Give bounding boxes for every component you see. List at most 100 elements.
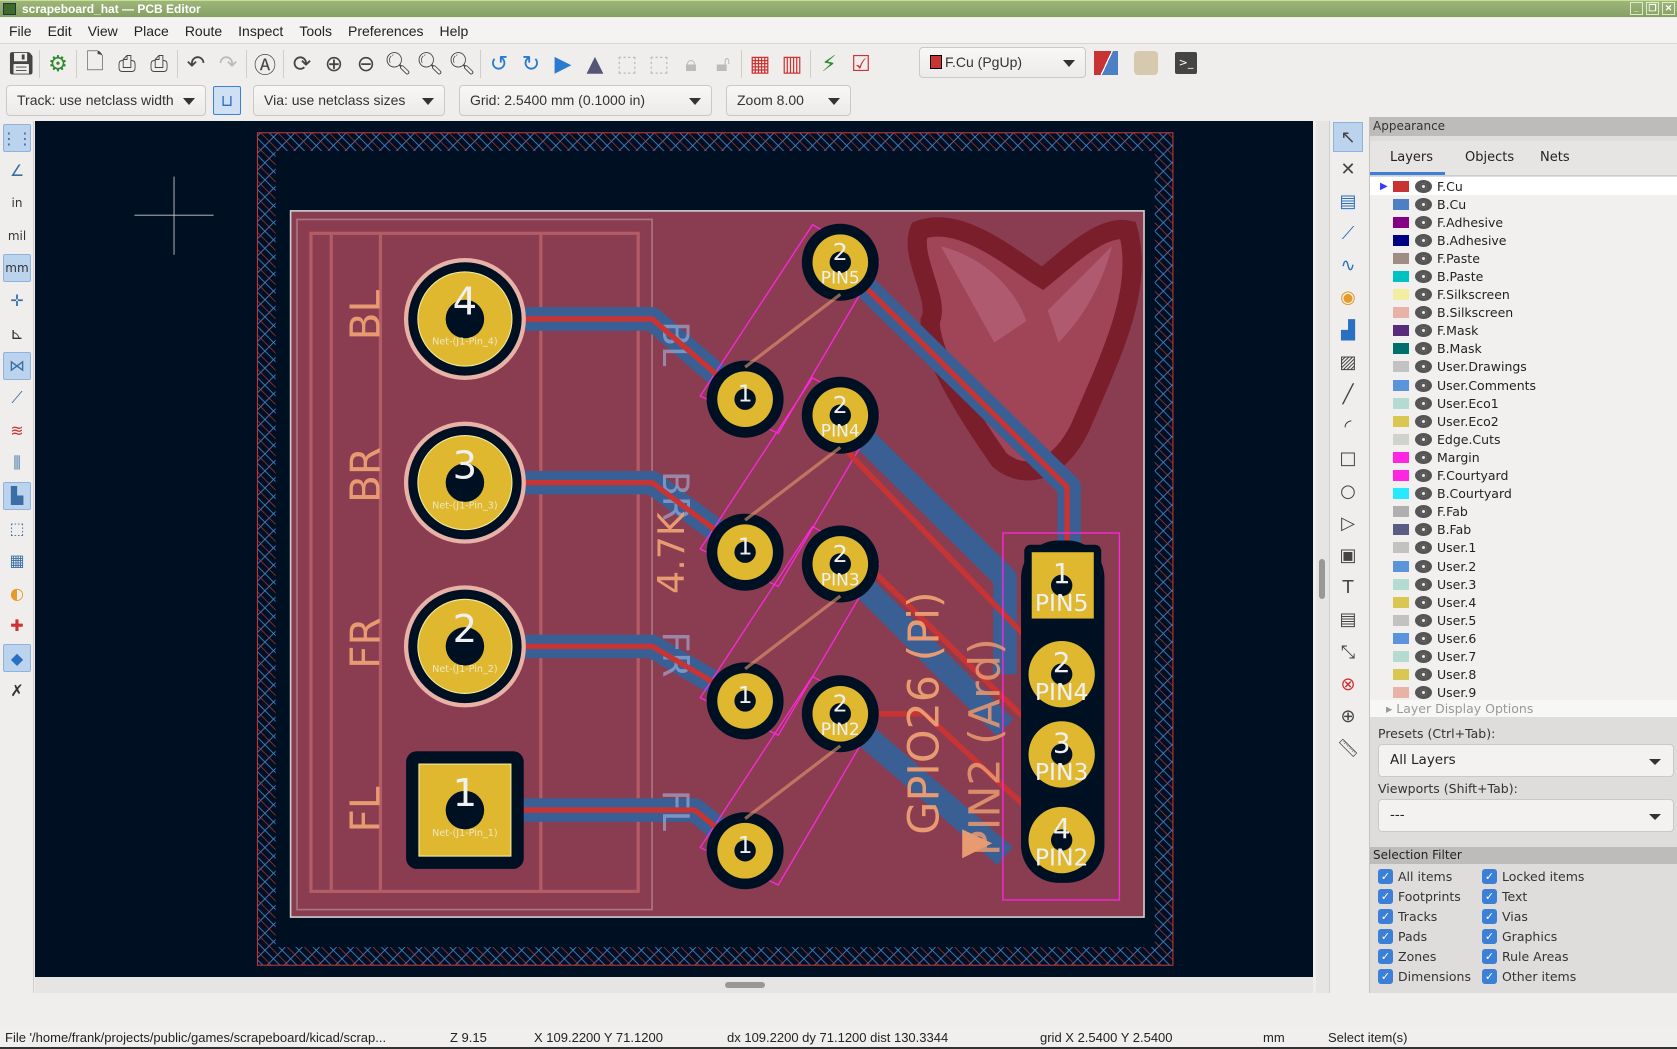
via-display-icon[interactable]: ⬚ (3, 514, 31, 542)
units-mil-button[interactable]: mil (3, 222, 31, 250)
rotate-ccw-icon[interactable]: ↺ (483, 48, 515, 80)
layer-row[interactable]: Edge.Cuts (1370, 430, 1677, 448)
resistor-pad-1[interactable]: 1 (706, 662, 784, 740)
zone-display-icon[interactable]: ▦ (3, 547, 31, 575)
layer-row[interactable]: B.Silkscreen (1370, 304, 1677, 322)
layer-row[interactable]: B.Adhesive (1370, 231, 1677, 249)
drc-icon[interactable]: ☑ (845, 48, 877, 80)
layer-row[interactable]: User.Drawings (1370, 358, 1677, 376)
lock-icon[interactable]: 🔒︎ (675, 48, 707, 80)
pad-display-icon[interactable]: ▙ (3, 481, 31, 510)
eye-icon[interactable] (1415, 324, 1432, 338)
ratsnest-icon[interactable]: ⋈ (3, 351, 31, 380)
presets-select[interactable]: All Layers (1378, 744, 1674, 777)
eye-icon[interactable] (1415, 251, 1432, 265)
checkbox-icon[interactable]: ✓ (1378, 949, 1393, 964)
eye-icon[interactable] (1415, 505, 1432, 519)
layer-color-swatch[interactable] (1393, 614, 1409, 626)
layer-row[interactable]: F.Courtyard (1370, 467, 1677, 485)
zoom-select[interactable]: Zoom 8.00 (726, 85, 851, 116)
layer-row[interactable]: F.Adhesive (1370, 213, 1677, 231)
track-width-select[interactable]: Track: use netclass width (6, 85, 206, 116)
units-mm-button[interactable]: mm (3, 254, 31, 282)
tab-layers[interactable]: Layers (1370, 141, 1445, 175)
menu-tools[interactable]: Tools (299, 23, 341, 39)
place-origin-icon[interactable]: ⊕ (1333, 701, 1363, 731)
layer-color-swatch[interactable] (1393, 542, 1409, 554)
eye-icon[interactable] (1415, 668, 1432, 682)
eye-icon[interactable] (1415, 577, 1432, 591)
resistor-pad-2[interactable]: 2PIN2 (801, 675, 879, 753)
checkbox-icon[interactable]: ✓ (1482, 929, 1497, 944)
eye-icon[interactable] (1415, 233, 1432, 247)
footprint-browser-icon[interactable]: ▥ (776, 48, 808, 80)
redo-icon[interactable]: ↷ (212, 48, 244, 80)
zoom-selection-icon[interactable]: 🔍︎ (446, 48, 478, 80)
layer-color-swatch[interactable] (1393, 669, 1409, 681)
layer-color-swatch[interactable] (1393, 216, 1409, 228)
zoom-fit-icon[interactable]: 🔍︎ (382, 48, 414, 80)
layer-color-swatch[interactable] (1393, 198, 1409, 210)
layer-color-swatch[interactable] (1393, 632, 1409, 644)
checkbox-icon[interactable]: ✓ (1378, 869, 1393, 884)
connector-pad[interactable]: 1PIN5 (1024, 544, 1102, 627)
layer-color-swatch[interactable] (1393, 289, 1409, 301)
resistor-pad-1[interactable]: 1 (706, 812, 784, 890)
checkbox-icon[interactable]: ✓ (1378, 909, 1393, 924)
filter-checkbox[interactable]: ✓ Footprints (1378, 889, 1461, 904)
minimize-button[interactable]: _ (1630, 2, 1643, 15)
vertical-scrollbar[interactable] (1316, 121, 1329, 993)
ungroup-icon[interactable]: ⬚ (643, 48, 675, 80)
refresh-icon[interactable]: ⟳ (286, 48, 318, 80)
layer-color-swatch[interactable] (1393, 650, 1409, 662)
eye-icon[interactable] (1415, 487, 1432, 501)
delete-tool-icon[interactable]: ⊗ (1333, 669, 1363, 699)
filter-checkbox[interactable]: ✓ Graphics (1482, 929, 1557, 944)
filter-checkbox[interactable]: ✓ All items (1378, 869, 1452, 884)
via-size-select[interactable]: Via: use netclass sizes (253, 85, 445, 116)
eye-icon[interactable] (1415, 342, 1432, 356)
add-image-icon[interactable]: ▣ (1333, 540, 1363, 570)
layer-row[interactable]: B.Mask (1370, 340, 1677, 358)
eye-icon[interactable] (1415, 631, 1432, 645)
menu-place[interactable]: Place (134, 23, 178, 39)
add-textbox-icon[interactable]: ▤ (1333, 605, 1363, 635)
layer-row[interactable]: User.7 (1370, 647, 1677, 665)
eye-icon[interactable] (1415, 559, 1432, 573)
layer-color-swatch[interactable] (1393, 415, 1409, 427)
rotate-cw-icon[interactable]: ↻ (515, 48, 547, 80)
large-pad[interactable]: 2 Net-(J1-Pin_2) (403, 585, 526, 708)
eye-icon[interactable] (1415, 378, 1432, 392)
save-icon[interactable]: 💾︎ (5, 48, 37, 80)
layer-selector[interactable]: F.Cu (PgUp) (919, 47, 1086, 78)
layer-row[interactable]: User.3 (1370, 575, 1677, 593)
eye-icon[interactable] (1415, 450, 1432, 464)
large-pad[interactable]: 3 Net-(J1-Pin_3) (403, 421, 526, 544)
netlist-icon[interactable]: ▦ (744, 48, 776, 80)
checkbox-icon[interactable]: ✓ (1378, 889, 1393, 904)
restore-button[interactable]: ❐ (1646, 2, 1659, 15)
find-icon[interactable]: Ⓐ (249, 48, 281, 80)
filter-checkbox[interactable]: ✓ Other items (1482, 969, 1576, 984)
scripting-console-icon[interactable]: >_ (1170, 47, 1202, 79)
checkbox-icon[interactable]: ✓ (1482, 869, 1497, 884)
layer-row[interactable]: User.5 (1370, 611, 1677, 629)
layer-row[interactable]: ▶ F.Cu (1370, 177, 1677, 196)
eye-icon[interactable] (1415, 197, 1432, 211)
layer-row[interactable]: User.2 (1370, 557, 1677, 575)
layer-color-swatch[interactable] (1393, 397, 1409, 409)
eye-icon[interactable] (1415, 360, 1432, 374)
auto-track-width-button[interactable]: ⊔ (213, 86, 241, 115)
curved-ratsnest-icon[interactable]: ⟋ (3, 384, 31, 412)
resistor-pad-1[interactable]: 1 (706, 513, 784, 591)
layer-color-swatch[interactable] (1393, 271, 1409, 283)
layer-row[interactable]: User.Eco2 (1370, 412, 1677, 430)
graphic-outline-icon[interactable]: ◐ (3, 579, 31, 607)
unlock-icon[interactable]: 🔓︎ (707, 48, 739, 80)
layer-row[interactable]: B.Courtyard (1370, 485, 1677, 503)
eye-icon[interactable] (1415, 288, 1432, 302)
layer-row[interactable]: F.Silkscreen (1370, 286, 1677, 304)
layer-row[interactable]: User.Eco1 (1370, 394, 1677, 412)
zoom-in-icon[interactable]: ⊕ (318, 48, 350, 80)
eye-icon[interactable] (1415, 686, 1432, 700)
